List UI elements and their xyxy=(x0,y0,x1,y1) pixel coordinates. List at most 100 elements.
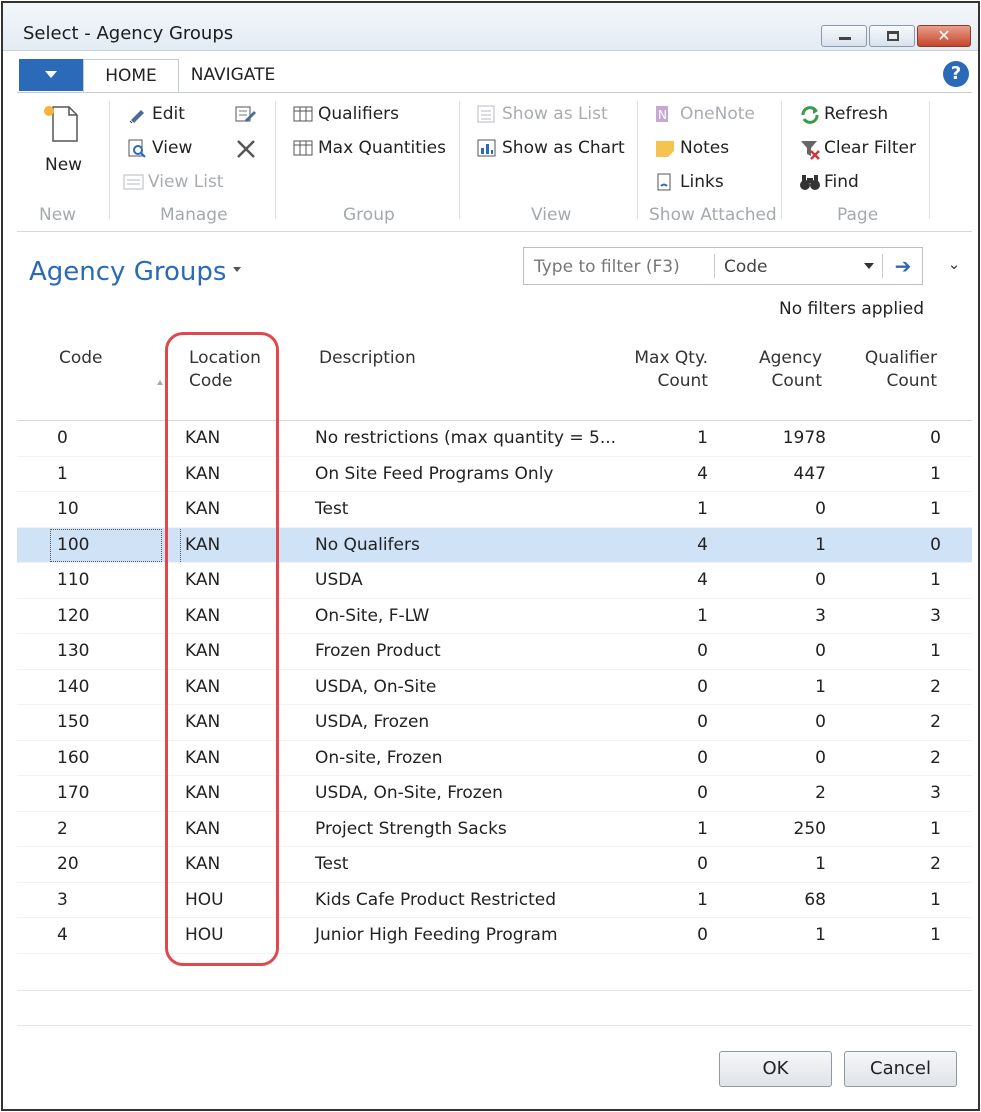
column-header-maxqty-line2[interactable]: Count xyxy=(658,370,709,393)
edit-list-button[interactable] xyxy=(235,101,260,127)
chevron-down-icon[interactable] xyxy=(864,263,874,269)
cell-max-qty-count[interactable]: 0 xyxy=(697,783,708,803)
cell-max-qty-count[interactable]: 1 xyxy=(697,890,708,910)
ok-button[interactable]: OK xyxy=(719,1051,832,1087)
cell-code[interactable]: 4 xyxy=(57,925,68,945)
cell-description[interactable]: On-Site, F-LW xyxy=(315,606,429,626)
cell-qualifier-count[interactable]: 0 xyxy=(930,535,941,555)
table-row[interactable]: 2 KAN Project Strength Sacks 1 250 1 xyxy=(17,812,972,847)
cell-description[interactable]: Junior High Feeding Program xyxy=(315,925,558,945)
table-row[interactable]: 4 HOU Junior High Feeding Program 0 1 1 xyxy=(17,918,972,954)
cell-max-qty-count[interactable]: 1 xyxy=(697,499,708,519)
cell-description[interactable]: Frozen Product xyxy=(315,641,441,661)
notes-button[interactable]: Notes xyxy=(655,135,729,161)
cell-description[interactable]: No Qualifers xyxy=(315,535,420,555)
cell-description[interactable]: Project Strength Sacks xyxy=(315,819,507,839)
cell-code[interactable]: 2 xyxy=(57,819,68,839)
cell-agency-count[interactable]: 1 xyxy=(815,535,826,555)
cell-qualifier-count[interactable]: 0 xyxy=(930,428,941,448)
cell-code[interactable]: 3 xyxy=(57,890,68,910)
cell-code[interactable]: 10 xyxy=(57,499,79,519)
cell-qualifier-count[interactable]: 1 xyxy=(930,570,941,590)
cell-description[interactable]: USDA, Frozen xyxy=(315,712,429,732)
cell-qualifier-count[interactable]: 1 xyxy=(930,890,941,910)
cell-agency-count[interactable]: 0 xyxy=(815,570,826,590)
cell-max-qty-count[interactable]: 0 xyxy=(697,854,708,874)
cell-agency-count[interactable]: 447 xyxy=(794,464,826,484)
table-row[interactable]: 130 KAN Frozen Product 0 0 1 xyxy=(17,634,972,670)
cell-agency-count[interactable]: 250 xyxy=(794,819,826,839)
cell-max-qty-count[interactable]: 0 xyxy=(697,677,708,697)
cell-description[interactable]: Kids Cafe Product Restricted xyxy=(315,890,556,910)
cell-qualifier-count[interactable]: 3 xyxy=(930,783,941,803)
show-as-list-button[interactable]: Show as List xyxy=(477,101,608,127)
max-quantities-button[interactable]: Max Quantities xyxy=(293,135,446,161)
clear-filter-button[interactable]: Clear Filter xyxy=(799,135,916,161)
cell-description[interactable]: USDA, On-Site, Frozen xyxy=(315,783,503,803)
cell-code[interactable]: 0 xyxy=(57,428,68,448)
new-button[interactable]: New xyxy=(35,99,95,189)
cell-qualifier-count[interactable]: 1 xyxy=(930,464,941,484)
table-row[interactable]: 140 KAN USDA, On-Site 0 1 2 xyxy=(17,670,972,705)
cell-max-qty-count[interactable]: 1 xyxy=(697,606,708,626)
links-button[interactable]: Links xyxy=(655,169,724,195)
cell-qualifier-count[interactable]: 3 xyxy=(930,606,941,626)
view-list-button[interactable]: View List xyxy=(123,169,223,195)
show-as-chart-button[interactable]: Show as Chart xyxy=(477,135,625,161)
cell-max-qty-count[interactable]: 0 xyxy=(697,748,708,768)
table-row[interactable]: 100 KAN No Qualifers 4 1 0 xyxy=(17,527,972,563)
cell-qualifier-count[interactable]: 2 xyxy=(930,712,941,732)
cell-description[interactable]: On-site, Frozen xyxy=(315,748,443,768)
cell-qualifier-count[interactable]: 2 xyxy=(930,677,941,697)
table-row[interactable]: 1 KAN On Site Feed Programs Only 4 447 1 xyxy=(17,457,972,492)
chevron-down-icon[interactable]: ⌄ xyxy=(943,255,965,275)
cell-max-qty-count[interactable]: 4 xyxy=(697,535,708,555)
cell-max-qty-count[interactable]: 0 xyxy=(697,712,708,732)
table-row[interactable]: 20 KAN Test 0 1 2 xyxy=(17,847,972,883)
maximize-button[interactable] xyxy=(869,25,915,47)
cell-agency-count[interactable]: 0 xyxy=(815,712,826,732)
cell-description[interactable]: USDA, On-Site xyxy=(315,677,436,697)
cell-agency-count[interactable]: 0 xyxy=(815,499,826,519)
cell-agency-count[interactable]: 1 xyxy=(815,925,826,945)
cell-agency-count[interactable]: 0 xyxy=(815,748,826,768)
cell-qualifier-count[interactable]: 1 xyxy=(930,819,941,839)
table-row[interactable]: 3 HOU Kids Cafe Product Restricted 1 68 1 xyxy=(17,883,972,918)
table-row[interactable]: 120 KAN On-Site, F-LW 1 3 3 xyxy=(17,599,972,634)
filter-field-select[interactable]: Code xyxy=(724,257,768,277)
table-row[interactable]: 150 KAN USDA, Frozen 0 0 2 xyxy=(17,705,972,741)
column-header-maxqty-line1[interactable]: Max Qty. xyxy=(634,347,708,370)
cell-qualifier-count[interactable]: 2 xyxy=(930,854,941,874)
cancel-button[interactable]: Cancel xyxy=(844,1051,957,1087)
column-header-qualifier-line2[interactable]: Count xyxy=(887,370,938,393)
refresh-button[interactable]: Refresh xyxy=(799,101,888,127)
cell-code[interactable]: 140 xyxy=(57,677,89,697)
table-row[interactable]: 0 KAN No restrictions (max quantity = 5...… xyxy=(17,421,972,457)
cell-description[interactable]: USDA xyxy=(315,570,363,590)
column-header-agency-line1[interactable]: Agency xyxy=(759,347,822,370)
cell-code[interactable]: 110 xyxy=(57,570,89,590)
cell-max-qty-count[interactable]: 0 xyxy=(697,641,708,661)
table-row[interactable]: 160 KAN On-site, Frozen 0 0 2 xyxy=(17,741,972,776)
cell-max-qty-count[interactable]: 0 xyxy=(697,925,708,945)
cell-qualifier-count[interactable]: 1 xyxy=(930,925,941,945)
table-row[interactable]: 170 KAN USDA, On-Site, Frozen 0 2 3 xyxy=(17,776,972,812)
cell-qualifier-count[interactable]: 2 xyxy=(930,748,941,768)
cell-agency-count[interactable]: 2 xyxy=(815,783,826,803)
page-title[interactable]: Agency Groups xyxy=(29,257,226,287)
tab-home[interactable]: HOME xyxy=(83,59,179,93)
minimize-button[interactable] xyxy=(821,25,867,47)
find-button[interactable]: Find xyxy=(799,169,859,195)
cell-code[interactable]: 150 xyxy=(57,712,89,732)
cell-agency-count[interactable]: 3 xyxy=(815,606,826,626)
cell-agency-count[interactable]: 1 xyxy=(815,854,826,874)
edit-button[interactable]: Edit xyxy=(127,101,185,127)
cell-max-qty-count[interactable]: 1 xyxy=(697,428,708,448)
table-row[interactable]: 10 KAN Test 1 0 1 xyxy=(17,492,972,528)
cell-code[interactable]: 20 xyxy=(57,854,79,874)
cell-agency-count[interactable]: 1 xyxy=(815,677,826,697)
column-header-description[interactable]: Description xyxy=(319,347,416,370)
cell-description[interactable]: Test xyxy=(315,499,348,519)
close-button[interactable]: ✕ xyxy=(917,25,971,47)
cell-description[interactable]: Test xyxy=(315,854,348,874)
